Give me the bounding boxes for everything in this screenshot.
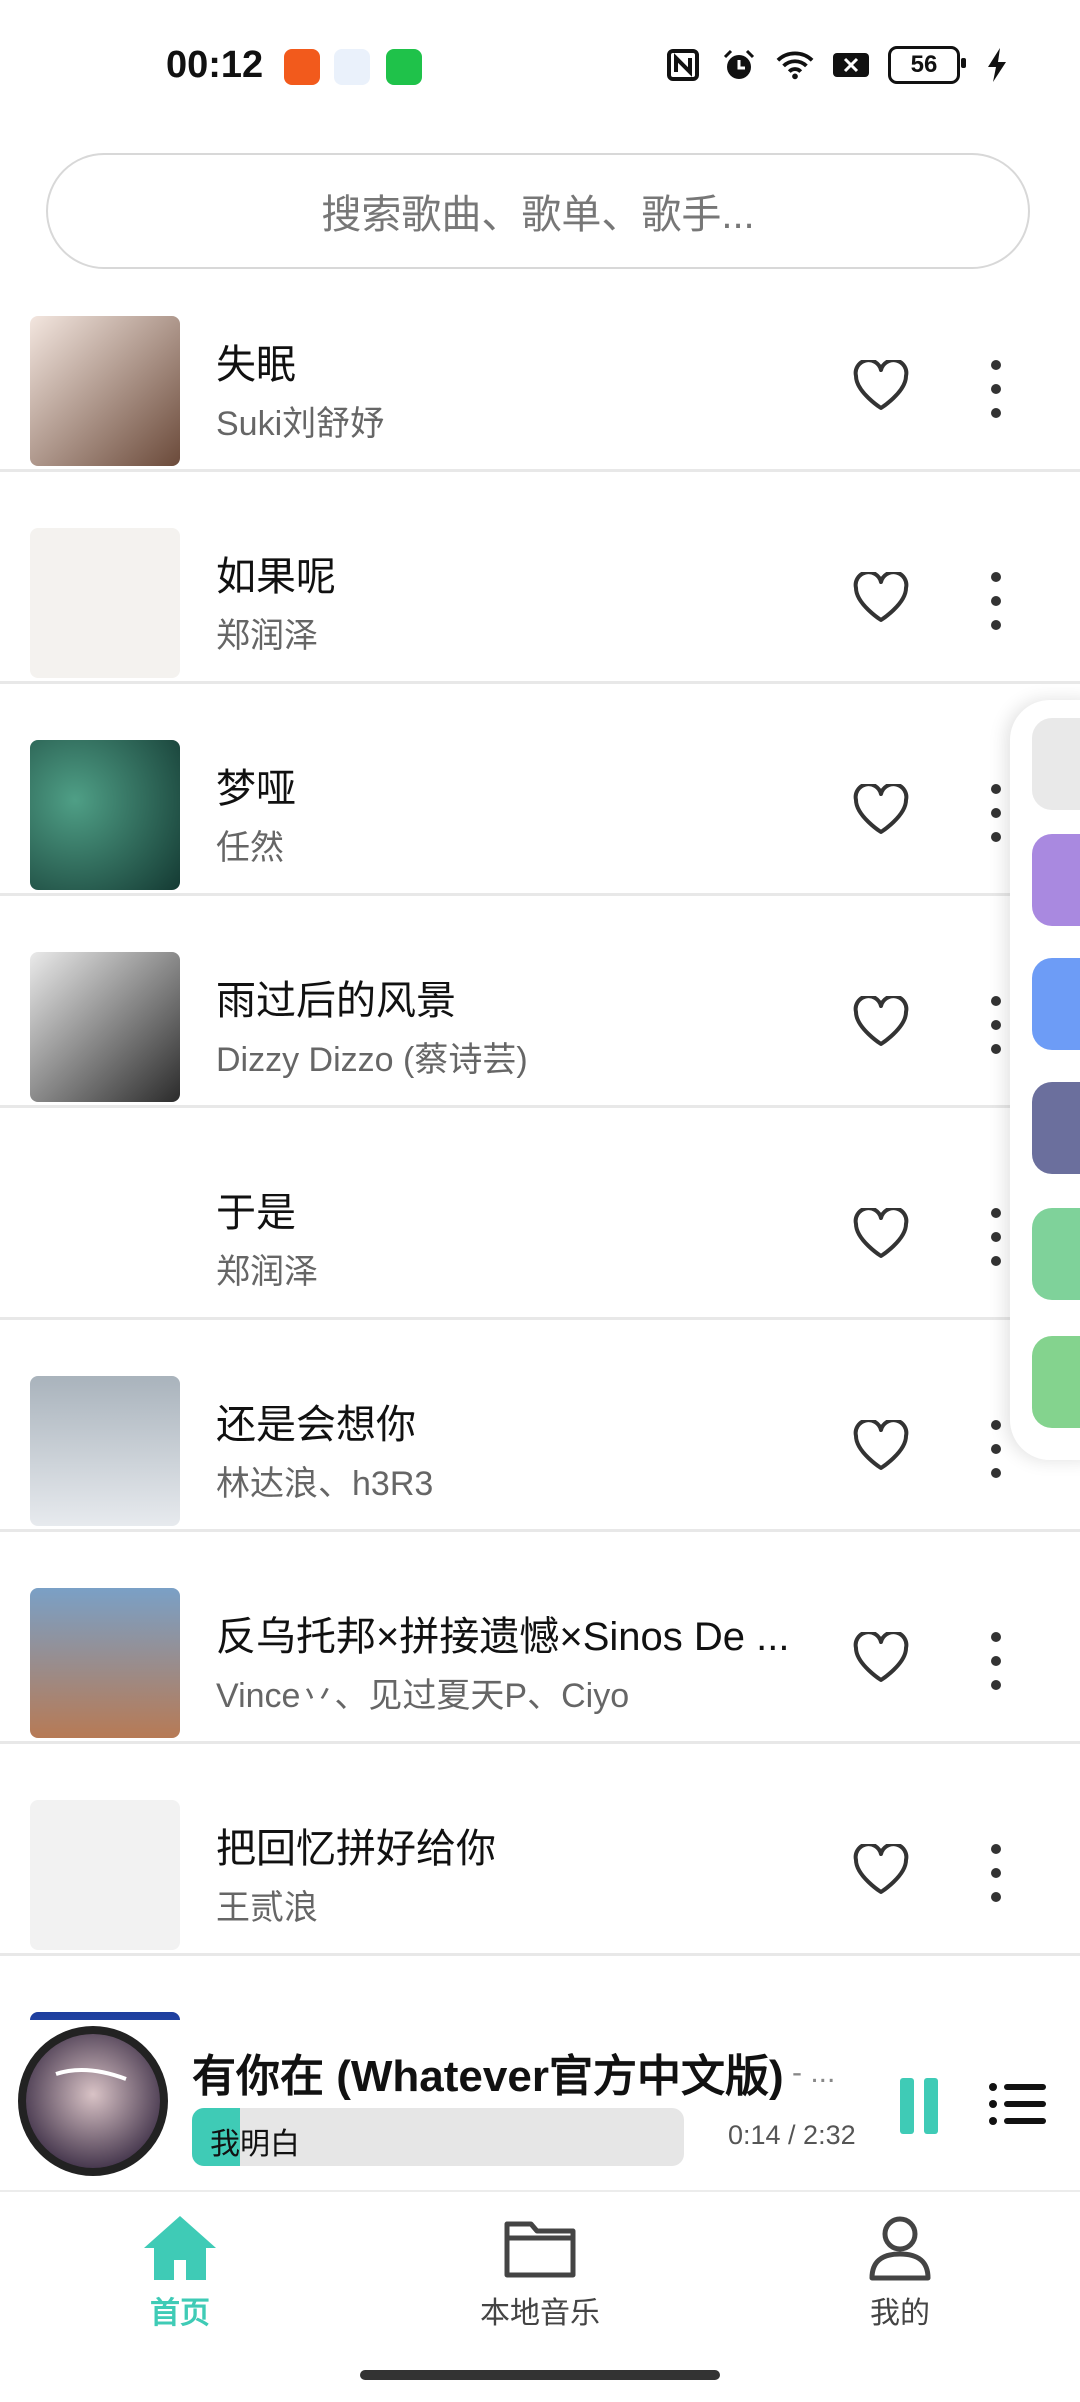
heart-icon[interactable] (852, 782, 910, 836)
song-title: 把回忆拼好给你 (216, 1827, 496, 1871)
dock-app-icon[interactable] (1032, 1336, 1080, 1428)
song-row[interactable]: 还是会想你 林达浪、h3R3 (0, 1320, 1080, 1532)
nav-mine[interactable]: 我的 (800, 2214, 1000, 2332)
wifi-icon (776, 46, 814, 84)
mini-player[interactable]: 有你在 (Whatever官方中文版) - ... 我明白 0:14 / 2:3… (0, 2020, 1080, 2190)
album-cover (30, 528, 180, 678)
song-title: 反乌托邦×拼接遗憾×Sinos De ... (216, 1615, 790, 1659)
now-playing-suffix: - ... (792, 2056, 836, 2089)
status-bar: 00:12 56 (0, 0, 1080, 140)
song-artist: 王贰浪 (216, 1889, 318, 1927)
album-cover (30, 316, 180, 466)
nav-local-label: 本地音乐 (480, 2297, 600, 2330)
lyric-progress-bar[interactable]: 我明白 (192, 2108, 684, 2166)
more-options-icon[interactable] (984, 1208, 1008, 1266)
floating-app-dock[interactable] (1010, 700, 1080, 1460)
album-cover (30, 1588, 180, 1738)
song-title: 梦哑 (216, 767, 296, 811)
album-cover (30, 2012, 180, 2020)
more-options-icon[interactable] (984, 1632, 1008, 1690)
shop-app-icon (386, 49, 422, 85)
user-icon (869, 2216, 931, 2281)
song-artist: 任然 (216, 829, 284, 867)
song-artist: 郑润泽 (216, 617, 318, 655)
clock: 00:12 (166, 44, 264, 86)
album-cover (30, 952, 180, 1102)
album-cover (30, 1164, 180, 1314)
dock-app-icon[interactable] (1032, 1208, 1080, 1300)
heart-icon[interactable] (852, 1630, 910, 1684)
song-artist: 林达浪、h3R3 (216, 1465, 434, 1503)
heart-icon[interactable] (852, 570, 910, 624)
no-signal-icon (832, 46, 870, 84)
app-notification-icon (284, 49, 320, 85)
song-artist: Dizzy Dizzo (蔡诗芸) (216, 1041, 528, 1079)
battery-icon: 56 (888, 46, 966, 84)
status-icons: 56 (664, 46, 1016, 84)
dock-app-icon[interactable] (1032, 1082, 1080, 1174)
song-title: 失眠 (216, 343, 296, 387)
nfc-icon (664, 46, 702, 84)
nav-home[interactable]: 首页 (80, 2214, 280, 2332)
song-artist: Suki刘舒妤 (216, 405, 385, 443)
song-list: 失眠 Suki刘舒妤 如果呢 郑润泽 梦哑 任然 雨过后的风景 Dizzy Di… (0, 300, 1080, 2020)
heart-icon[interactable] (852, 1842, 910, 1896)
album-cover (30, 740, 180, 890)
song-row[interactable]: 如果呢 郑润泽 (0, 472, 1080, 684)
song-title: 如果呢 (216, 555, 336, 599)
now-playing-title: 有你在 (Whatever官方中文版) (192, 2052, 784, 2101)
dock-app-icon[interactable] (1032, 718, 1080, 810)
home-indicator[interactable] (360, 2370, 720, 2380)
song-row[interactable]: 梦哑 任然 (0, 684, 1080, 896)
dock-app-icon[interactable] (1032, 958, 1080, 1050)
pause-button[interactable] (900, 2078, 940, 2134)
alarm-icon (720, 46, 758, 84)
more-options-icon[interactable] (984, 784, 1008, 842)
more-options-icon[interactable] (984, 996, 1008, 1054)
song-title: 还是会想你 (216, 1403, 416, 1447)
song-artist: 郑润泽 (216, 1253, 318, 1291)
song-row[interactable]: 于是 郑润泽 (0, 1108, 1080, 1320)
album-cover (30, 1800, 180, 1950)
song-title: 于是 (216, 1191, 296, 1235)
nav-mine-label: 我的 (870, 2297, 930, 2330)
search-input[interactable]: 搜索歌曲、歌单、歌手... (46, 153, 1030, 269)
song-artist: Vince丷、见过夏天P、Ciyo (216, 1677, 630, 1715)
folder-icon (504, 2221, 576, 2278)
home-icon (144, 2216, 216, 2280)
nav-home-label: 首页 (150, 2297, 210, 2330)
cloud-app-icon (334, 49, 370, 85)
charging-icon (978, 46, 1016, 84)
more-options-icon[interactable] (984, 1844, 1008, 1902)
song-title: 雨过后的风景 (216, 979, 456, 1023)
heart-icon[interactable] (852, 994, 910, 1048)
dock-app-icon[interactable] (1032, 834, 1080, 926)
heart-icon[interactable] (852, 1206, 910, 1260)
time-readout: 0:14 / 2:32 (728, 2120, 856, 2150)
nav-local-music[interactable]: 本地音乐 (440, 2214, 640, 2332)
more-options-icon[interactable] (984, 572, 1008, 630)
album-cover (30, 1376, 180, 1526)
song-row[interactable]: 把回忆拼好给你 王贰浪 (0, 1744, 1080, 1956)
song-row[interactable]: 失眠 Suki刘舒妤 (0, 300, 1080, 472)
song-row[interactable]: 雨过后的风景 Dizzy Dizzo (蔡诗芸) (0, 896, 1080, 1108)
more-options-icon[interactable] (984, 360, 1008, 418)
more-options-icon[interactable] (984, 1420, 1008, 1478)
song-row[interactable]: 反乌托邦×拼接遗憾×Sinos De ... Vince丷、见过夏天P、Ciyo (0, 1532, 1080, 1744)
lyric-text: 我明白 (210, 2128, 300, 2161)
heart-icon[interactable] (852, 358, 910, 412)
now-playing-cover[interactable] (18, 2026, 168, 2176)
heart-icon[interactable] (852, 1418, 910, 1472)
playlist-icon[interactable] (988, 2082, 1048, 2126)
song-row[interactable]: 忘不掉的你 (0, 1956, 1080, 2020)
